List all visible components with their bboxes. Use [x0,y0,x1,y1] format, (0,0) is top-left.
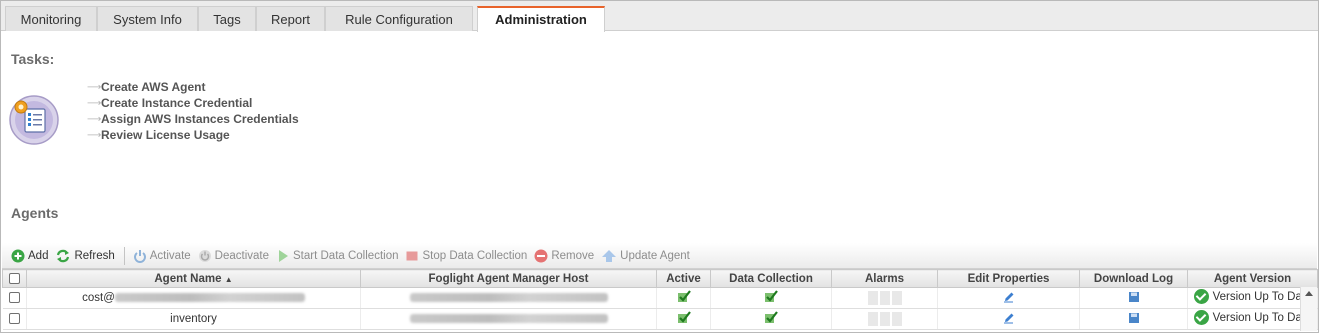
edit-properties-cell[interactable] [937,287,1080,309]
tab-monitoring[interactable]: Monitoring [5,6,97,31]
tab-rule-configuration[interactable]: Rule Configuration [325,6,473,31]
refresh-icon [55,249,71,263]
column-edit-properties[interactable]: Edit Properties [937,269,1080,288]
download-log-cell[interactable] [1079,287,1188,309]
table-scrollbar[interactable] [1300,287,1317,331]
collection-check-icon [765,290,778,302]
admin-window: Monitoring System Info Tags Report Rule … [0,0,1319,333]
edit-pencil-icon[interactable] [1003,291,1015,303]
tab-tags[interactable]: Tags [198,6,256,31]
active-cell [656,287,711,309]
column-active[interactable]: Active [656,269,711,288]
update-agent-button[interactable]: Update Agent [601,249,690,263]
agent-name-cell: inventory [26,308,361,330]
power-off-icon [198,249,212,263]
alarms-cell [831,287,938,309]
edit-properties-cell[interactable] [937,308,1080,330]
agent-version-cell: Version Up To Date [1187,287,1318,309]
download-log-cell[interactable] [1079,308,1188,330]
active-check-icon [677,290,691,302]
column-agent-version[interactable]: Agent Version [1187,269,1318,288]
table-header-row: Agent Name ▲ Foglight Agent Manager Host… [2,269,1318,288]
tasks-title: Tasks: [11,51,55,67]
task-list: ⟶ Create AWS Agent ⟶ Create Instance Cre… [87,79,299,143]
task-create-instance-credential[interactable]: ⟶ Create Instance Credential [87,95,299,111]
remove-button[interactable]: Remove [534,249,594,263]
redacted-text [409,314,608,324]
collection-check-icon [765,311,778,323]
agents-table: Agent Name ▲ Foglight Agent Manager Host… [2,269,1318,330]
row-checkbox[interactable] [8,313,20,325]
tab-bar: Monitoring System Info Tags Report Rule … [1,1,1318,32]
scroll-up-icon[interactable] [1305,291,1313,296]
task-assign-aws-instances-credentials[interactable]: ⟶ Assign AWS Instances Credentials [87,111,299,127]
tasks-checklist-icon [9,95,59,145]
active-cell [656,308,711,330]
column-agent-manager-host[interactable]: Foglight Agent Manager Host [360,269,657,288]
table-row[interactable]: inventory Version Up To Date [2,308,1318,330]
agent-host-cell [360,287,657,309]
stop-data-collection-button[interactable]: Stop Data Collection [405,249,527,263]
add-icon [11,249,25,263]
activate-button[interactable]: Activate [133,249,191,263]
save-disk-icon[interactable] [1128,312,1140,324]
redacted-text [114,293,305,303]
start-data-collection-button[interactable]: Start Data Collection [276,249,398,263]
power-icon [133,249,147,263]
ok-check-icon [1193,310,1209,325]
toolbar-separator [123,246,125,265]
data-collection-cell [710,308,832,330]
task-create-aws-agent[interactable]: ⟶ Create AWS Agent [87,79,299,95]
tab-report[interactable]: Report [256,6,325,31]
edit-pencil-icon[interactable] [1003,312,1015,324]
deactivate-button[interactable]: Deactivate [198,249,269,263]
arrow-right-icon: ⟶ [87,129,102,141]
alarms-cell [831,308,938,330]
redacted-text [409,293,608,303]
tab-system-info[interactable]: System Info [97,6,198,31]
column-agent-name[interactable]: Agent Name ▲ [26,269,361,288]
agent-host-cell [360,308,657,330]
agents-title: Agents [11,205,59,221]
refresh-button[interactable]: Refresh [55,249,115,263]
select-all-header [2,269,27,288]
upload-arrow-icon [601,249,617,263]
add-button[interactable]: Add [11,249,48,263]
ok-check-icon [1193,289,1209,304]
arrow-right-icon: ⟶ [87,81,102,93]
remove-icon [534,249,548,263]
arrow-right-icon: ⟶ [87,113,102,125]
agent-version-cell: Version Up To Date [1187,308,1318,330]
agents-toolbar: Add Refresh Activate Deactivate Start Da… [2,243,1317,269]
stop-icon [405,249,419,263]
table-row[interactable]: cost@ Version Up To Date [2,287,1318,309]
play-icon [276,249,290,263]
task-review-license-usage[interactable]: ⟶ Review License Usage [87,127,299,143]
active-check-icon [677,311,691,323]
column-data-collection[interactable]: Data Collection [710,269,832,288]
data-collection-cell [710,287,832,309]
select-all-checkbox[interactable] [9,272,20,284]
arrow-right-icon: ⟶ [87,97,102,109]
save-disk-icon[interactable] [1128,291,1140,303]
row-checkbox[interactable] [8,292,20,304]
sort-asc-icon: ▲ [224,274,233,284]
column-download-log[interactable]: Download Log [1079,269,1188,288]
column-alarms[interactable]: Alarms [831,269,938,288]
tab-administration[interactable]: Administration [477,6,605,32]
agent-name-cell: cost@ [26,287,361,309]
